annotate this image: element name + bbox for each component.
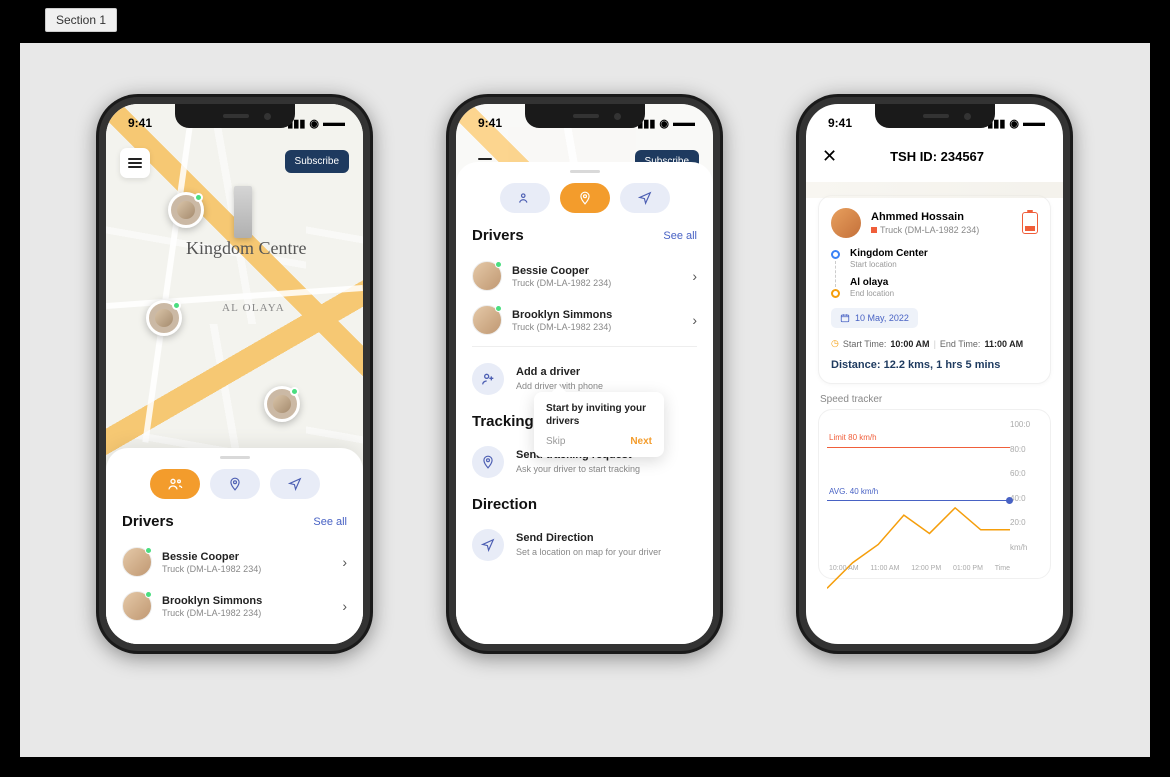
start-dot-icon (831, 250, 840, 259)
section-title-direction: Direction (472, 496, 697, 513)
tab-drivers[interactable] (500, 183, 550, 213)
time-info: ◷ Start Time: 10:00 AM | End Time: 11:00… (831, 338, 1038, 349)
speed-chart: 100:0 80:0 60:0 40:0 20:0 km/h Limit 80 … (818, 409, 1051, 579)
driver-pin[interactable] (146, 300, 182, 336)
chevron-right-icon: › (342, 598, 347, 614)
driver-pin[interactable] (168, 192, 204, 228)
calendar-icon (840, 313, 850, 323)
section-title-drivers: Drivers (122, 513, 174, 530)
tab-drivers[interactable] (150, 469, 200, 499)
send-direction-row[interactable]: Send DirectionSet a location on map for … (472, 517, 697, 573)
phone-screen-3: 9:41 ▮▮▮◉▬▬ ✕ TSH ID: 234567 Ahmmed Hoss… (806, 104, 1063, 644)
tab-direction[interactable] (270, 469, 320, 499)
phone-frame-3: 9:41 ▮▮▮◉▬▬ ✕ TSH ID: 234567 Ahmmed Hoss… (796, 94, 1073, 654)
phone-notch (525, 104, 645, 128)
see-all-link[interactable]: See all (663, 230, 697, 242)
send-icon (481, 538, 495, 552)
driver-row[interactable]: Bessie CooperTruck (DM-LA-1982 234) › (122, 540, 347, 584)
section-badge: Section 1 (45, 8, 117, 32)
phone-screen-1: 9:41 ▮▮▮ ◉ ▬▬ Subscribe Kingdom Centre A… (106, 104, 363, 644)
send-icon (288, 477, 302, 491)
tab-location[interactable] (210, 469, 260, 499)
status-time: 9:41 (128, 116, 152, 130)
phone-notch (175, 104, 295, 128)
bottom-sheet-expanded[interactable]: Drivers See all Bessie CooperTruck (DM-L… (456, 162, 713, 644)
people-icon (518, 191, 532, 205)
distance-text: Distance: 12.2 kms, 1 hrs 5 mins (831, 359, 1038, 371)
header-title: TSH ID: 234567 (827, 149, 1047, 164)
pin-icon (228, 477, 242, 491)
onboarding-tooltip: Start by inviting your drivers Skip Next (534, 392, 664, 457)
phone-notch (875, 104, 995, 128)
wifi-icon: ◉ (309, 117, 319, 130)
chevron-right-icon: › (692, 312, 697, 328)
add-user-icon (480, 371, 496, 387)
design-canvas: 9:41 ▮▮▮ ◉ ▬▬ Subscribe Kingdom Centre A… (20, 43, 1150, 757)
map-label-al-olaya: AL OLAYA (222, 302, 285, 314)
mini-map (806, 182, 1063, 198)
menu-button[interactable] (120, 148, 150, 178)
sheet-grabber[interactable] (220, 456, 250, 459)
battery-icon: ▬▬ (1023, 117, 1045, 129)
pin-icon (578, 191, 592, 205)
see-all-link[interactable]: See all (313, 516, 347, 528)
tab-direction[interactable] (620, 183, 670, 213)
driver-pin[interactable] (264, 386, 300, 422)
detail-header: ✕ TSH ID: 234567 (806, 142, 1063, 177)
phone-frame-2: 9:41 ▮▮▮◉▬▬ Subscribe Drivers See all (446, 94, 723, 654)
status-time: 9:41 (478, 116, 502, 130)
send-icon (638, 191, 652, 205)
chart-plot-area: Limit 80 km/h AVG. 40 km/h (827, 420, 1010, 554)
sheet-grabber[interactable] (570, 170, 600, 173)
chart-y-axis: 100:0 80:0 60:0 40:0 20:0 km/h (1010, 420, 1044, 552)
trip-card: Ahmmed Hossain Truck (DM-LA-1982 234) Ki… (818, 195, 1051, 384)
section-title-drivers: Drivers (472, 227, 524, 244)
end-dot-icon (831, 289, 840, 298)
map-label-kingdom-centre: Kingdom Centre (186, 238, 306, 259)
wifi-icon: ◉ (659, 117, 669, 130)
wifi-icon: ◉ (1009, 117, 1019, 130)
tab-location[interactable] (560, 183, 610, 213)
driver-row[interactable]: Brooklyn SimmonsTruck (DM-LA-1982 234) › (122, 584, 347, 628)
date-chip[interactable]: 10 May, 2022 (831, 308, 918, 328)
hamburger-icon (128, 158, 142, 168)
driver-name: Ahmmed Hossain (871, 211, 1012, 223)
driver-row[interactable]: Brooklyn SimmonsTruck (DM-LA-1982 234) › (472, 298, 697, 342)
status-time: 9:41 (828, 116, 852, 130)
clock-icon: ◷ (831, 338, 839, 349)
people-icon (167, 476, 183, 492)
subscribe-button[interactable]: Subscribe (285, 150, 349, 173)
speed-line-path (827, 420, 1010, 603)
bottom-sheet[interactable]: Drivers See all Bessie CooperTruck (DM-L… (106, 448, 363, 644)
phone-screen-2: 9:41 ▮▮▮◉▬▬ Subscribe Drivers See all (456, 104, 713, 644)
driver-row[interactable]: Bessie CooperTruck (DM-LA-1982 234) › (472, 254, 697, 298)
chart-x-axis: 10:00 AM 11:00 AM 12:00 PM 01:00 PM Time (829, 565, 1010, 572)
battery-icon: ▬▬ (673, 117, 695, 129)
driver-avatar (831, 208, 861, 238)
route-info: Kingdom Center Start location Al olaya E… (831, 248, 1038, 298)
tooltip-skip-button[interactable]: Skip (546, 436, 565, 447)
kingdom-tower-icon (234, 186, 252, 238)
battery-icon: ▬▬ (323, 117, 345, 129)
chevron-right-icon: › (342, 554, 347, 570)
speed-tracker-title: Speed tracker (820, 394, 1049, 405)
status-square-icon (871, 227, 877, 233)
tooltip-next-button[interactable]: Next (630, 436, 652, 447)
phone-frame-1: 9:41 ▮▮▮ ◉ ▬▬ Subscribe Kingdom Centre A… (96, 94, 373, 654)
battery-low-icon (1022, 212, 1038, 234)
pin-icon (481, 455, 495, 469)
chevron-right-icon: › (692, 268, 697, 284)
